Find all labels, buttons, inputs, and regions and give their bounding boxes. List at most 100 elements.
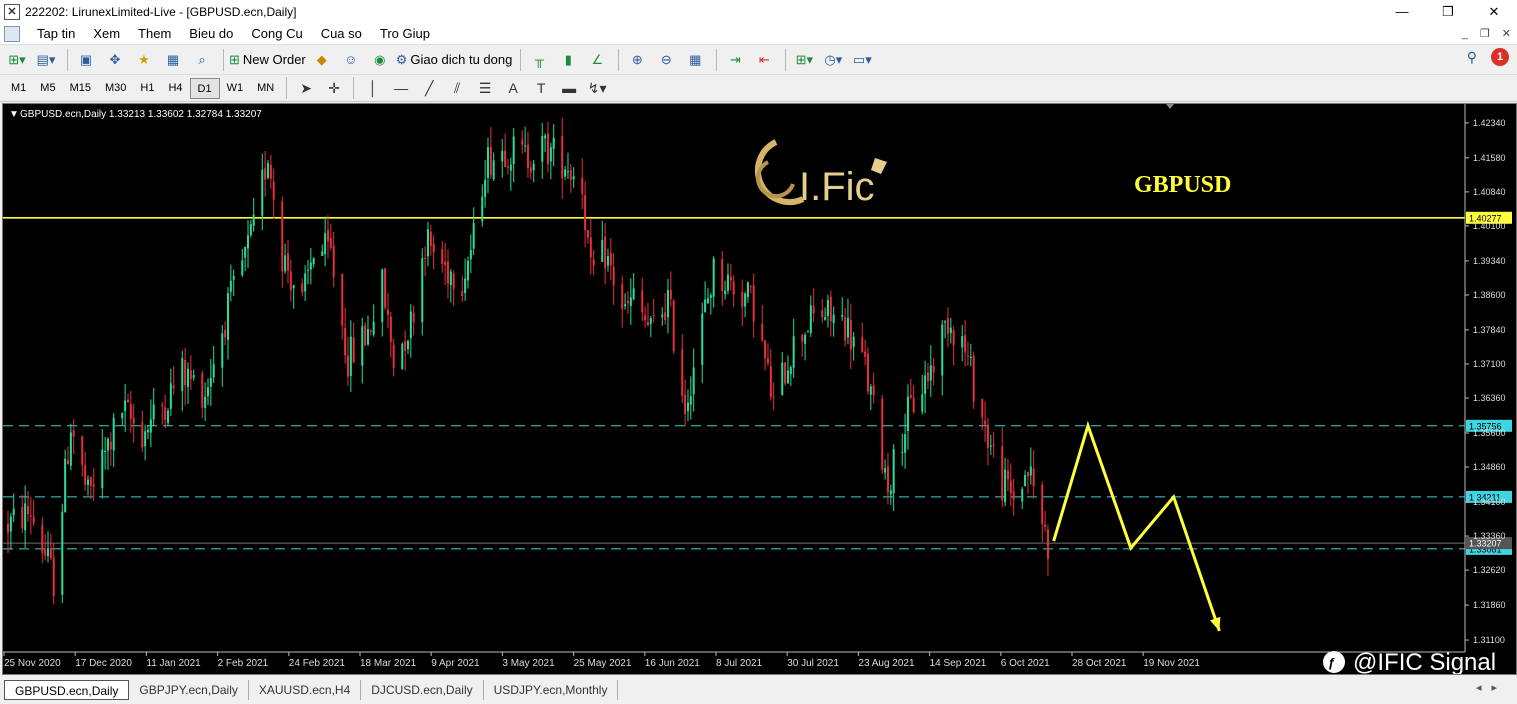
- zoom-in-icon[interactable]: ⊕: [624, 48, 650, 72]
- tab-gbpjpy[interactable]: GBPJPY.ecn,Daily: [129, 680, 249, 700]
- navigator-icon[interactable]: ★: [131, 48, 157, 72]
- timeframe-m5[interactable]: M5: [33, 78, 62, 99]
- market-watch-icon[interactable]: ▣: [73, 48, 99, 72]
- crosshair-icon[interactable]: ✛: [320, 80, 348, 97]
- text-label-icon[interactable]: T: [527, 80, 555, 96]
- price-tick-label: 1.41580: [1473, 153, 1506, 163]
- timeframe-m30[interactable]: M30: [98, 78, 133, 99]
- candle-body: [812, 305, 815, 314]
- chart-expand-icon[interactable]: ▼: [9, 109, 19, 120]
- tab-usdjpy[interactable]: USDJPY.ecn,Monthly: [484, 680, 619, 700]
- minimize-icon[interactable]: —: [1379, 0, 1425, 23]
- candle-body: [861, 336, 864, 353]
- chart-window[interactable]: 1.40277 1.35756 1.34211 1.33081 1.33207 1.42…: [2, 103, 1517, 675]
- text-icon[interactable]: A: [499, 80, 527, 96]
- bar-chart-icon[interactable]: ╥: [526, 48, 552, 72]
- community-icon[interactable]: ☺: [338, 48, 364, 72]
- candle-body: [849, 319, 852, 350]
- timeframe-d1[interactable]: D1: [189, 77, 220, 99]
- horizontal-line-icon[interactable]: —: [387, 80, 415, 96]
- indicators-icon[interactable]: ⊞▾: [791, 48, 817, 72]
- data-window-icon[interactable]: ✥: [102, 48, 128, 72]
- mdi-close-icon[interactable]: ✕: [1502, 23, 1511, 45]
- candle-body: [86, 479, 89, 485]
- candlestick-icon[interactable]: ▮: [555, 48, 581, 72]
- candle-body: [369, 330, 372, 332]
- candle-body: [609, 252, 612, 266]
- candle-body: [546, 133, 549, 165]
- menu-insert[interactable]: Them: [129, 23, 180, 45]
- price-chart[interactable]: 1.402771.357561.342111.330811.33207 1.42…: [3, 104, 1516, 674]
- candle-body: [309, 262, 312, 270]
- candle-body: [801, 335, 804, 342]
- metaeditor-icon[interactable]: ◆: [309, 48, 335, 72]
- chart-window-icon[interactable]: [4, 25, 20, 42]
- candle-body: [464, 278, 467, 294]
- auto-scroll-icon[interactable]: ⇥: [722, 48, 748, 72]
- menu-tools[interactable]: Cong Cu: [242, 23, 311, 45]
- menu-charts[interactable]: Bieu do: [180, 23, 242, 45]
- timeframe-h1[interactable]: H1: [133, 78, 161, 99]
- candle-body: [129, 404, 132, 419]
- tile-windows-icon[interactable]: ▦: [682, 48, 708, 72]
- timeframe-m1[interactable]: M1: [4, 78, 33, 99]
- rectangle-icon[interactable]: ▬: [555, 80, 583, 96]
- menu-file[interactable]: Tap tin: [28, 23, 84, 45]
- candle-body: [724, 290, 727, 295]
- vertical-line-icon[interactable]: │: [359, 80, 387, 96]
- new-chart-icon[interactable]: ⊞▾: [4, 48, 30, 72]
- timeframe-mn[interactable]: MN: [250, 78, 281, 99]
- profiles-icon[interactable]: ▤▾: [33, 48, 59, 72]
- candle-body: [289, 271, 292, 291]
- trendline-icon[interactable]: ╱: [415, 80, 443, 97]
- mdi-restore-icon[interactable]: ❐: [1480, 23, 1490, 45]
- new-order-button[interactable]: ⊞ New Order: [229, 48, 306, 72]
- candle-body: [341, 274, 344, 326]
- candle-body: [189, 370, 192, 380]
- fibonacci-icon[interactable]: ☰: [471, 80, 499, 97]
- timeframe-w1[interactable]: W1: [220, 78, 251, 99]
- templates-icon[interactable]: ▭▾: [849, 48, 875, 72]
- candle-body: [1032, 469, 1035, 487]
- candle-body: [889, 490, 892, 495]
- candle-body: [844, 317, 847, 341]
- maximize-icon[interactable]: ❐: [1425, 0, 1471, 23]
- auto-trading-button[interactable]: ⚙ Giao dich tu dong: [396, 48, 513, 72]
- candle-body: [1026, 472, 1029, 477]
- candle-body: [832, 314, 835, 324]
- notification-badge[interactable]: 1: [1491, 48, 1509, 66]
- tab-scroll-arrows[interactable]: ◂▸: [1476, 681, 1507, 694]
- cursor-icon[interactable]: ➤: [292, 80, 320, 97]
- shapes-dropdown-icon[interactable]: ↯▾: [583, 80, 611, 97]
- periods-icon[interactable]: ◷▾: [820, 48, 846, 72]
- line-chart-icon[interactable]: ∠: [584, 48, 610, 72]
- tab-djcusd[interactable]: DJCUSD.ecn,Daily: [361, 680, 484, 700]
- price-tick-label: 1.31860: [1473, 600, 1506, 610]
- menu-view[interactable]: Xem: [84, 23, 129, 45]
- timeframe-m15[interactable]: M15: [63, 78, 98, 99]
- search-icon[interactable]: ⚲: [1467, 49, 1477, 66]
- close-icon[interactable]: ✕: [1471, 0, 1517, 23]
- candle-body: [241, 260, 244, 276]
- menu-window[interactable]: Cua so: [312, 23, 371, 45]
- candle-body: [481, 196, 484, 222]
- tab-xauusd[interactable]: XAUUSD.ecn,H4: [249, 680, 362, 700]
- candle-body: [729, 276, 732, 281]
- candle-body: [409, 311, 412, 338]
- mdi-minimize-icon[interactable]: _: [1462, 23, 1468, 45]
- chart-shift-marker[interactable]: [1166, 104, 1174, 109]
- forecast-path: [1052, 420, 1221, 632]
- strategy-tester-icon[interactable]: ⌕: [189, 48, 215, 72]
- equidistant-channel-icon[interactable]: ⫽: [443, 80, 471, 97]
- candle-body: [646, 322, 649, 326]
- candle-body: [506, 166, 509, 168]
- menu-help[interactable]: Tro Giup: [371, 23, 439, 45]
- signals-icon[interactable]: ◉: [367, 48, 393, 72]
- terminal-icon[interactable]: ▦: [160, 48, 186, 72]
- tab-gbpusd[interactable]: GBPUSD.ecn,Daily: [4, 680, 130, 700]
- candle-body: [932, 365, 935, 373]
- timeframe-h4[interactable]: H4: [161, 78, 189, 99]
- candle-body: [66, 460, 69, 465]
- chart-shift-icon[interactable]: ⇤: [751, 48, 777, 72]
- zoom-out-icon[interactable]: ⊖: [653, 48, 679, 72]
